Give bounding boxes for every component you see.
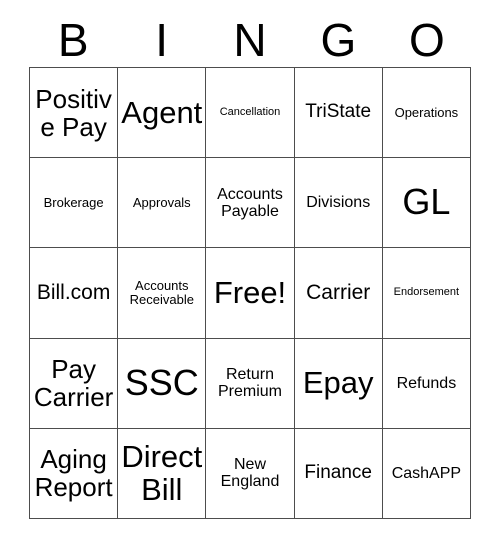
bingo-cell-r1c3[interactable]: Cancellation [206, 68, 295, 159]
bingo-cell-label: Positive Pay [35, 83, 112, 142]
bingo-cell-label: Cancellation [219, 105, 281, 118]
bingo-cell-r5c5[interactable]: CashAPP [382, 428, 471, 519]
bingo-free-space-label: Free! [213, 275, 287, 311]
bingo-cell-label: Brokerage [43, 194, 104, 210]
bingo-cell-r5c3[interactable]: New England [206, 428, 295, 519]
bingo-cell-label: Bill.com [36, 280, 111, 304]
bingo-cell-r4c1[interactable]: Pay Carrier [30, 338, 119, 429]
bingo-cell-label: Endorsement [393, 286, 460, 299]
bingo-cell-r5c4[interactable]: Finance [294, 428, 383, 519]
bingo-cell-r3c4[interactable]: Carrier [294, 248, 383, 339]
bingo-cell-r5c1[interactable]: Aging Report [30, 428, 119, 519]
bingo-cell-label: GL [402, 181, 451, 223]
bingo-cell-label: Return Premium [217, 365, 282, 401]
bingo-cell-r1c1[interactable]: Positive Pay [30, 68, 119, 159]
bingo-cell-r3c5[interactable]: Endorsement [382, 248, 471, 339]
bingo-card: B I N G O Positive Pay Agent Cancellatio… [0, 0, 500, 544]
bingo-cell-r3c1[interactable]: Bill.com [30, 248, 119, 339]
bingo-grid: Positive Pay Agent Cancellation TriState… [29, 67, 471, 519]
bingo-cell-r2c3[interactable]: Accounts Payable [206, 158, 295, 249]
bingo-header-letter-o: O [408, 13, 445, 66]
bingo-header-letter-b: B [57, 13, 89, 66]
bingo-cell-label: Agent [121, 94, 203, 130]
bingo-cell-free-space[interactable]: Free! [206, 248, 295, 339]
bingo-cell-r1c5[interactable]: Operations [382, 68, 471, 159]
bingo-cell-label: Carrier [306, 280, 371, 304]
bingo-cell-r2c5[interactable]: GL [382, 158, 471, 249]
bingo-cell-label: Pay Carrier [33, 354, 114, 413]
bingo-cell-r4c2[interactable]: SSC [118, 338, 207, 429]
bingo-cell-r4c5[interactable]: Refunds [382, 338, 471, 429]
bingo-cell-label: Approvals [132, 194, 191, 210]
bingo-cell-label: Accounts Receivable [129, 277, 194, 307]
bingo-cell-label: Refunds [396, 374, 457, 392]
bingo-cell-label: Finance [304, 462, 372, 484]
bingo-cell-label: TriState [305, 101, 372, 123]
bingo-cell-r1c2[interactable]: Agent [118, 68, 207, 159]
bingo-header-row: B I N G O [29, 12, 471, 67]
bingo-cell-r2c4[interactable]: Divisions [294, 158, 383, 249]
bingo-cell-label: Divisions [306, 194, 371, 212]
bingo-cell-label: Epay [302, 365, 374, 401]
bingo-header-letter-g: G [320, 13, 357, 66]
bingo-cell-label: CashAPP [391, 464, 462, 482]
bingo-cell-r5c2[interactable]: Direct Bill [118, 428, 207, 519]
bingo-cell-r3c2[interactable]: Accounts Receivable [118, 248, 207, 339]
bingo-cell-r1c4[interactable]: TriState [294, 68, 383, 159]
bingo-cell-r4c3[interactable]: Return Premium [206, 338, 295, 429]
bingo-cell-label: Operations [394, 104, 459, 120]
bingo-cell-label: Direct Bill [121, 438, 203, 508]
bingo-cell-label: Aging Report [34, 444, 113, 503]
bingo-cell-label: New England [220, 456, 280, 491]
bingo-cell-label: SSC [124, 361, 199, 403]
bingo-cell-r4c4[interactable]: Epay [294, 338, 383, 429]
bingo-header-letter-i: I [155, 13, 168, 66]
bingo-cell-label: Accounts Payable [217, 185, 283, 220]
bingo-cell-r2c2[interactable]: Approvals [118, 158, 207, 249]
bingo-header-letter-n: N [233, 13, 267, 66]
bingo-cell-r2c1[interactable]: Brokerage [30, 158, 119, 249]
